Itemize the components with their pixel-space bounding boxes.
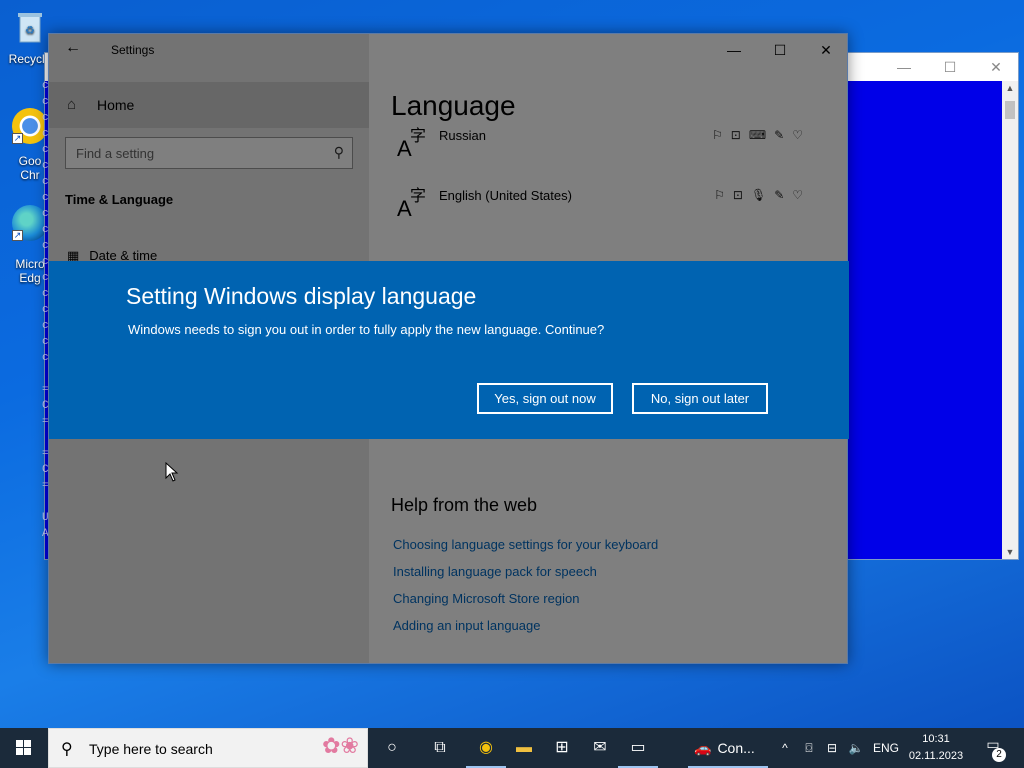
no-sign-out-later-button[interactable]: No, sign out later bbox=[632, 383, 768, 414]
mouse-cursor-icon bbox=[165, 462, 179, 482]
scrollbar-thumb[interactable] bbox=[1005, 101, 1015, 119]
taskbar-search-placeholder: Type here to search bbox=[89, 741, 213, 757]
cortana-icon[interactable]: ○ bbox=[372, 728, 412, 768]
network-icon[interactable]: ⊟ bbox=[822, 728, 842, 768]
svg-text:♻: ♻ bbox=[25, 25, 35, 37]
search-icon: ⚲ bbox=[61, 741, 73, 758]
connection-taskbar-button[interactable]: 🚗 Con... bbox=[688, 728, 768, 768]
console-taskbar-icon[interactable]: ▭ bbox=[618, 728, 658, 768]
start-button[interactable] bbox=[0, 728, 48, 768]
console-scrollbar[interactable]: ▲ ▼ bbox=[1002, 81, 1018, 559]
windows-logo-icon bbox=[16, 740, 31, 755]
shortcut-arrow-icon: ↗ bbox=[12, 133, 23, 144]
yes-sign-out-now-button[interactable]: Yes, sign out now bbox=[477, 383, 613, 414]
search-highlight-flowers-icon: ✿❀ bbox=[322, 733, 359, 758]
file-explorer-icon[interactable]: ▬ bbox=[504, 728, 544, 768]
connection-car-icon: 🚗 bbox=[694, 740, 712, 756]
taskbar-search-box[interactable]: ⚲ Type here to search ✿❀ bbox=[48, 728, 368, 768]
display-language-dialog: Setting Windows display language Windows… bbox=[49, 261, 849, 439]
taskbar: ⚲ Type here to search ✿❀ ○ ⧉ ◉ ▬ ⊞ ✉ ▭ 🚗… bbox=[0, 728, 1024, 768]
console-minimize-button[interactable]: — bbox=[881, 53, 927, 81]
console-close-button[interactable]: ✕ bbox=[973, 53, 1019, 81]
meet-now-icon[interactable]: ⌼ bbox=[800, 728, 818, 768]
action-center-button[interactable]: ▭ 2 bbox=[978, 736, 1008, 762]
task-view-icon[interactable]: ⧉ bbox=[420, 728, 460, 768]
shortcut-arrow-icon: ↗ bbox=[12, 230, 23, 241]
taskbar-clock[interactable]: 10:31 02.11.2023 bbox=[904, 731, 968, 765]
chrome-taskbar-icon[interactable]: ◉ bbox=[466, 728, 506, 768]
clock-date: 02.11.2023 bbox=[908, 750, 964, 762]
show-hidden-icons-chevron-icon[interactable]: ^ bbox=[776, 728, 794, 768]
dialog-message: Windows needs to sign you out in order t… bbox=[128, 322, 605, 337]
notification-count-badge: 2 bbox=[992, 748, 1006, 762]
volume-muted-icon[interactable]: 🔈 bbox=[846, 728, 866, 768]
console-maximize-button[interactable]: ☐ bbox=[927, 53, 973, 81]
scroll-up-icon[interactable]: ▲ bbox=[1002, 83, 1018, 93]
microsoft-store-icon[interactable]: ⊞ bbox=[542, 728, 582, 768]
clock-time: 10:31 bbox=[922, 733, 950, 745]
recycle-bin-icon: ♻ bbox=[12, 8, 48, 44]
dialog-title: Setting Windows display language bbox=[126, 283, 477, 309]
scroll-down-icon[interactable]: ▼ bbox=[1002, 547, 1018, 557]
connection-label: Con... bbox=[717, 740, 755, 756]
mail-icon[interactable]: ✉ bbox=[580, 728, 620, 768]
input-language-indicator[interactable]: ENG bbox=[870, 728, 902, 768]
